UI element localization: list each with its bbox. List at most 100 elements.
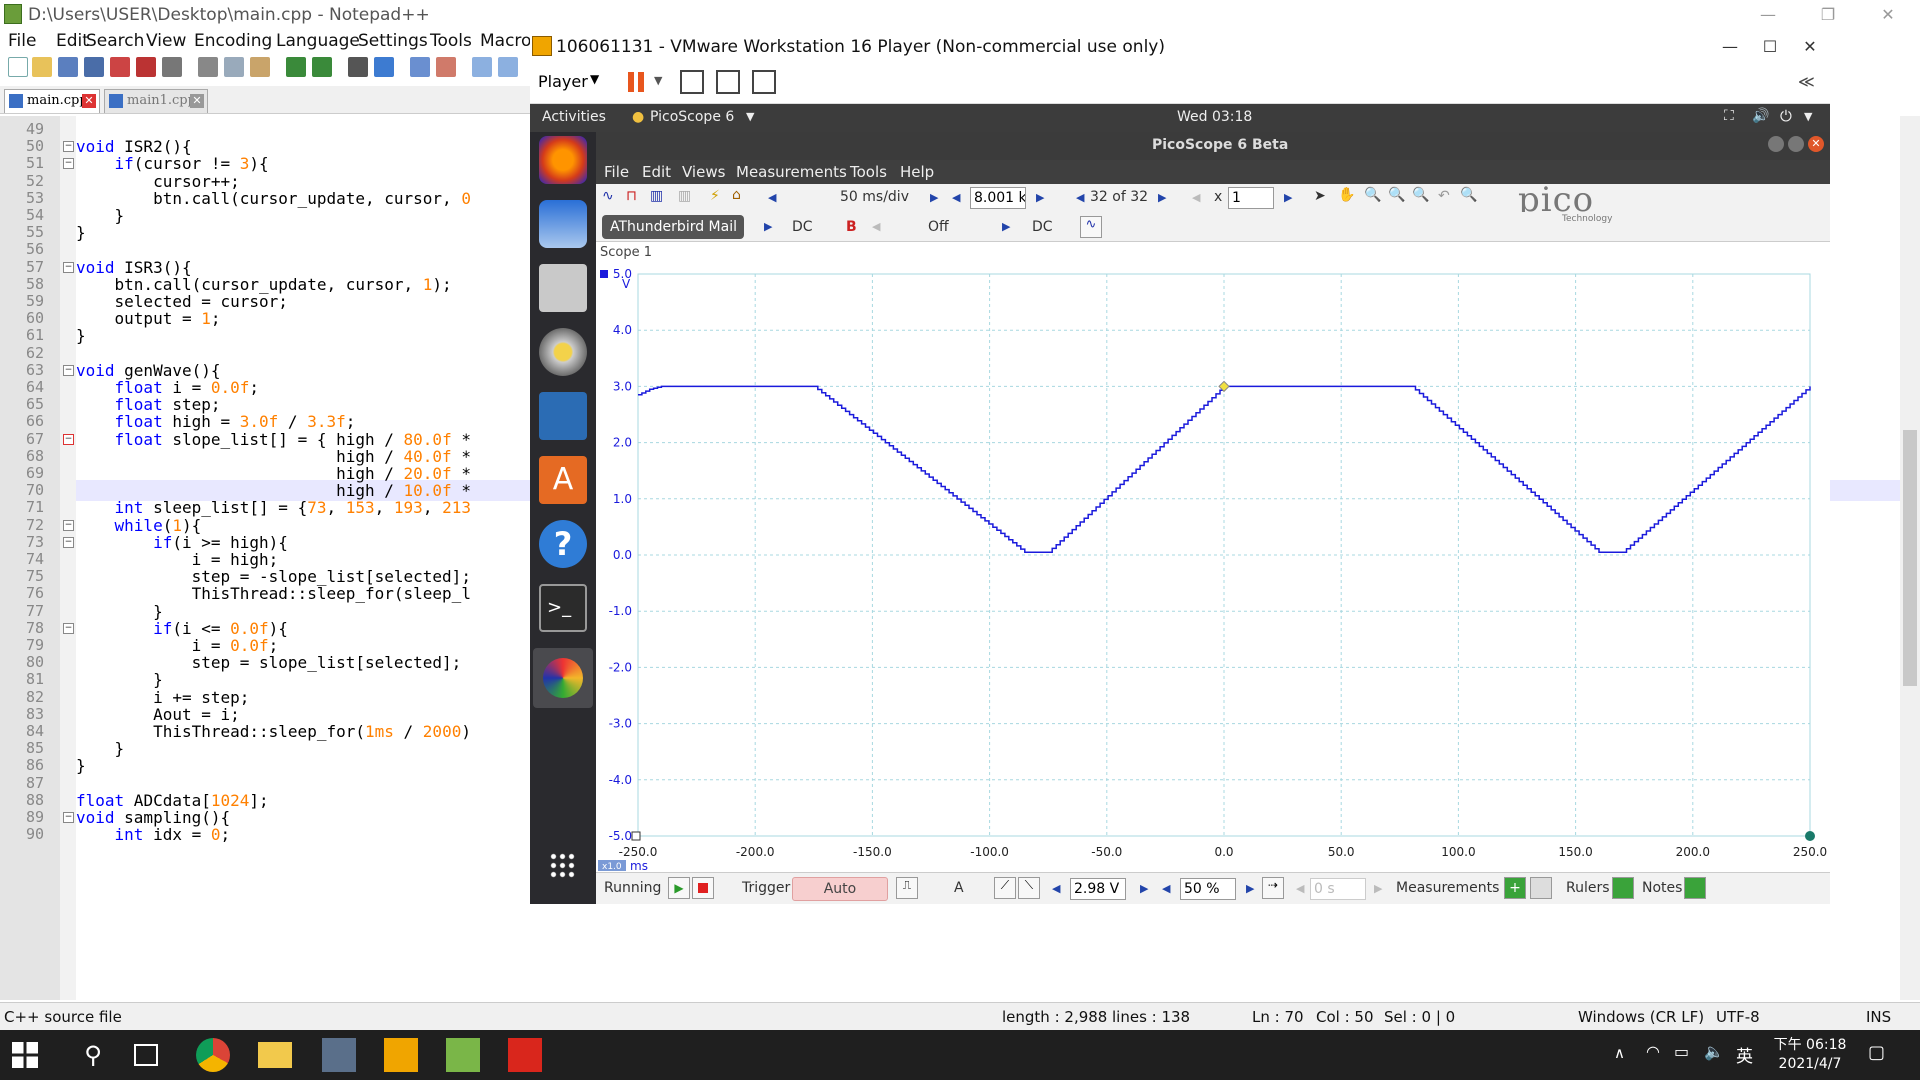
remove-measurement-icon[interactable]	[1530, 877, 1552, 899]
trigger-pos-prev-icon[interactable]: ◀	[1162, 882, 1170, 895]
zoom-next-icon[interactable]: ▶	[1284, 191, 1292, 204]
tab-main1-cpp[interactable]: main1.cpp ✕	[104, 89, 208, 113]
menu-encoding[interactable]: Encoding	[194, 31, 272, 51]
vm-close-button[interactable]: ✕	[1790, 32, 1830, 62]
collapse-icon[interactable]: ≪	[1798, 72, 1815, 91]
pico-close-button[interactable]: ✕	[1808, 136, 1824, 152]
channel-b-range-next-icon[interactable]: ▶	[1002, 220, 1010, 233]
channel-a-range-next-icon[interactable]: ▶	[764, 220, 772, 233]
task-view-icon[interactable]	[134, 1044, 158, 1066]
zoom-out-icon[interactable]: 🔍	[1412, 187, 1429, 203]
send-ctrl-alt-del-icon[interactable]	[680, 70, 704, 94]
samples-next-icon[interactable]: ▶	[1036, 191, 1044, 204]
close-button[interactable]: ✕	[1860, 0, 1916, 30]
unity-icon[interactable]	[752, 70, 776, 94]
print-icon[interactable]	[162, 57, 182, 77]
help-icon[interactable]: ?	[539, 520, 587, 568]
open-file-icon[interactable]	[32, 57, 52, 77]
player-menu[interactable]: Player	[538, 72, 588, 91]
speaker-icon[interactable]: 🔈	[1704, 1042, 1724, 1061]
fold-toggle-icon[interactable]: −	[63, 158, 74, 170]
menu-file[interactable]: File	[8, 31, 36, 51]
trigger-level-input[interactable]: 2.98 V	[1070, 878, 1126, 900]
channel-a-coupling[interactable]: DC	[792, 219, 813, 235]
pause-icon[interactable]	[628, 72, 634, 92]
activities-button[interactable]: Activities	[542, 109, 606, 125]
fold-toggle-icon[interactable]: −	[63, 536, 74, 548]
zoom-out-icon[interactable]	[436, 57, 456, 77]
hand-tool-icon[interactable]: ✋	[1338, 187, 1355, 203]
channel-a-button[interactable]: AThunderbird Mail	[602, 215, 744, 239]
pico-menu-views[interactable]: Views	[682, 163, 725, 181]
add-measurement-icon[interactable]: +	[1504, 877, 1526, 899]
menu-settings[interactable]: Settings	[358, 31, 428, 51]
rising-edge-icon[interactable]: ⟋	[994, 877, 1016, 899]
app-menu[interactable]: PicoScope 6	[650, 109, 734, 125]
trigger-position-icon[interactable]: ⇢	[1262, 877, 1284, 899]
fold-toggle-icon[interactable]: −	[63, 622, 74, 634]
close-tab-icon[interactable]: ✕	[190, 94, 204, 108]
zoom-input[interactable]: 1	[1228, 187, 1274, 209]
find-icon[interactable]	[348, 57, 368, 77]
fold-toggle-icon[interactable]: −	[63, 364, 74, 376]
ruler-handle-left-icon[interactable]	[631, 831, 641, 841]
battery-icon[interactable]: ▭	[1674, 1042, 1689, 1061]
save-all-icon[interactable]	[84, 57, 104, 77]
vmware-taskbar-icon[interactable]	[384, 1038, 418, 1072]
pdf-reader-icon[interactable]	[508, 1038, 542, 1072]
fold-toggle-icon[interactable]: −	[63, 812, 74, 823]
windows-start-icon[interactable]	[12, 1042, 38, 1068]
volume-icon[interactable]: 🔊	[1752, 108, 1769, 124]
chevron-down-icon[interactable]: ▼	[654, 74, 662, 87]
fold-toggle-icon[interactable]: −	[63, 433, 74, 445]
vm-minimize-button[interactable]: —	[1710, 32, 1750, 62]
new-file-icon[interactable]	[8, 57, 28, 77]
scope-mode-icon[interactable]: ∿	[602, 188, 614, 204]
pico-maximize-button[interactable]	[1788, 136, 1804, 152]
ruler-handle-icon[interactable]	[1805, 831, 1815, 841]
tab-main-cpp[interactable]: main.cpp ✕	[4, 89, 100, 113]
undo-zoom-icon[interactable]: ↶	[1438, 188, 1450, 204]
timebase-prev-icon[interactable]: ◀	[768, 191, 776, 204]
fold-toggle-icon[interactable]: −	[63, 261, 74, 273]
taskbar-time[interactable]: 下午 06:18	[1770, 1034, 1850, 1054]
trigger-channel[interactable]: A	[954, 880, 964, 896]
trigger-level-next-icon[interactable]: ▶	[1140, 882, 1148, 895]
copy-icon[interactable]	[224, 57, 244, 77]
terminal-icon[interactable]: >_	[539, 584, 587, 632]
timebase-value[interactable]: 50 ms/div	[840, 189, 909, 205]
notification-icon[interactable]: ▢	[1868, 1042, 1885, 1063]
close-all-icon[interactable]	[136, 57, 156, 77]
serial-mode-icon[interactable]: ▥	[678, 188, 691, 204]
pico-menu-file[interactable]: File	[604, 163, 629, 181]
show-hidden-icons-icon[interactable]: ∧	[1614, 1044, 1625, 1062]
home-icon[interactable]: ⌂	[732, 187, 741, 203]
notepadpp-taskbar-icon[interactable]	[446, 1038, 480, 1072]
calculator-icon[interactable]	[322, 1038, 356, 1072]
stop-button[interactable]	[692, 877, 714, 899]
fullscreen-icon[interactable]	[716, 70, 740, 94]
minimize-button[interactable]: —	[1740, 0, 1796, 30]
power-icon[interactable]: ⏻	[1780, 107, 1792, 125]
pico-minimize-button[interactable]	[1768, 136, 1784, 152]
pico-menu-measurements[interactable]: Measurements	[736, 163, 847, 181]
vm-maximize-button[interactable]: ☐	[1750, 32, 1790, 62]
redo-icon[interactable]	[312, 57, 332, 77]
zoom-region-icon[interactable]: 🔍	[1364, 187, 1381, 203]
undo-icon[interactable]	[286, 57, 306, 77]
picoscope-icon[interactable]	[533, 648, 593, 708]
notes-icon[interactable]	[1684, 877, 1706, 899]
show-apps-icon[interactable]	[549, 852, 577, 880]
software-center-icon[interactable]: A	[539, 456, 587, 504]
editor-scrollbar[interactable]	[1900, 116, 1920, 1000]
zoom-in-icon[interactable]	[410, 57, 430, 77]
firefox-icon[interactable]	[539, 136, 587, 184]
trigger-level-prev-icon[interactable]: ◀	[1052, 882, 1060, 895]
channel-b-coupling[interactable]: DC	[1032, 219, 1053, 235]
trigger-pos-next-icon[interactable]: ▶	[1246, 882, 1254, 895]
buffer-prev-icon[interactable]: ◀	[1076, 191, 1084, 204]
start-icon[interactable]: ▶	[668, 877, 690, 899]
chrome-icon[interactable]	[196, 1038, 230, 1072]
oscilloscope-chart[interactable]: 5.04.03.02.01.00.0-1.0-2.0-3.0-4.0-5.0 -…	[596, 262, 1830, 872]
save-icon[interactable]	[58, 57, 78, 77]
